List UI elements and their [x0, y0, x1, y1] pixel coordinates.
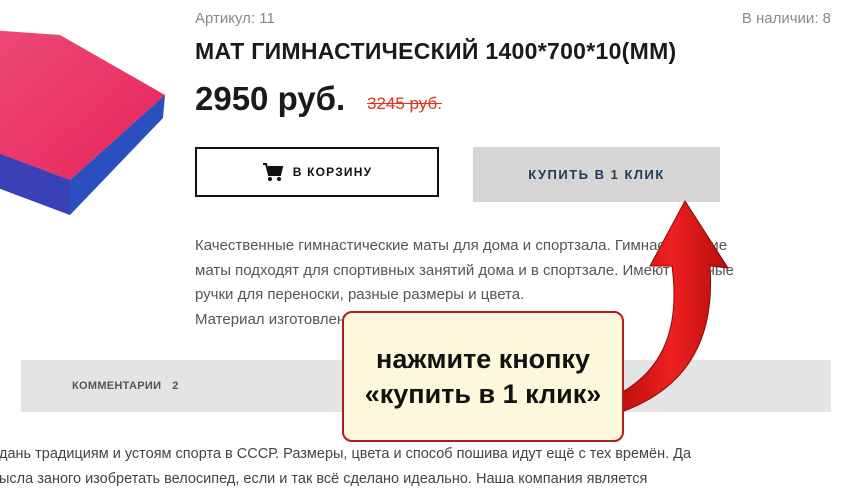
annotation-callout: нажмите кнопку «купить в 1 клик» — [342, 311, 624, 442]
annotation-text: нажмите кнопку — [376, 343, 590, 374]
annotation-text: «купить в 1 клик» — [364, 378, 602, 409]
product-title: МАТ ГИМНАСТИЧЕСКИЙ 1400*700*10(ММ) — [195, 38, 677, 64]
cart-icon — [262, 163, 283, 181]
product-old-price: 3245 руб. — [367, 94, 442, 113]
buy-one-click-button[interactable]: КУПИТЬ В 1 КЛИК — [473, 147, 720, 202]
product-price: 2950 руб. — [195, 80, 346, 117]
add-to-cart-label: В КОРЗИНУ — [292, 165, 373, 179]
tab-content: дань традициям и устоям спорта в СССР. Р… — [0, 442, 831, 492]
stock-status: В наличии: 8 — [741, 10, 831, 27]
tab-comments[interactable]: КОММЕНТАРИИ 2 — [72, 380, 179, 392]
product-article: Артикул: 11 — [195, 10, 275, 27]
buy-one-click-label: КУПИТЬ В 1 КЛИК — [528, 167, 665, 182]
tab-comments-label: КОММЕНТАРИИ — [72, 380, 162, 392]
annotation-arrow-icon — [614, 200, 729, 412]
product-image — [0, 0, 175, 250]
add-to-cart-button[interactable]: В КОРЗИНУ — [195, 147, 439, 197]
tab-content-line: ысла заного изобретать велосипед, если и… — [0, 471, 648, 487]
tab-content-line: дань традициям и устоям спорта в СССР. Р… — [0, 446, 692, 462]
tab-description[interactable] — [0, 360, 21, 412]
tab-comments-count: 2 — [172, 380, 179, 392]
